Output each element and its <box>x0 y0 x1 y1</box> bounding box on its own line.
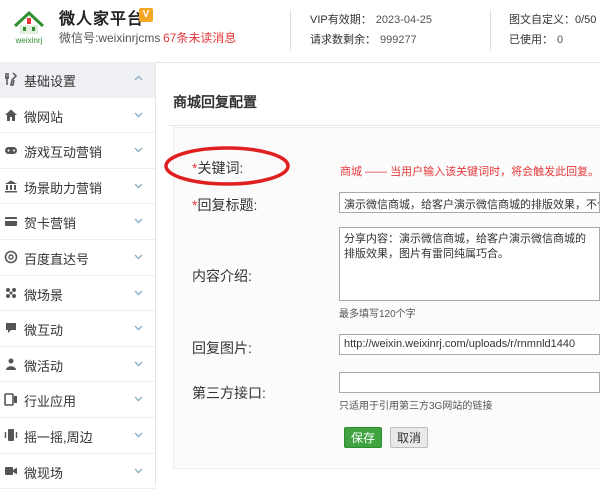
header-divider <box>490 10 491 50</box>
chevron-down-icon <box>134 147 143 153</box>
sidebar-item-greeting-card[interactable]: 贺卡营销 <box>0 204 155 240</box>
requests-remaining: 请求数剩余： 999277 <box>310 31 417 47</box>
used-value: 0 <box>557 34 564 46</box>
reply-title-input[interactable]: 演示微信商城，给客户演示微信商城的排版效果，不合适 <box>339 192 600 213</box>
sidebar-item-micro-interaction[interactable]: 微互动 <box>0 311 155 347</box>
sidebar-item-label: 微网站 <box>24 109 64 125</box>
reply-title-label-text: 回复标题: <box>197 197 258 213</box>
sidebar-item-label: 微现场 <box>24 465 64 481</box>
chevron-down-icon <box>134 468 143 474</box>
home-icon <box>5 109 17 121</box>
video-icon <box>5 466 17 475</box>
chevron-down-icon <box>134 112 143 118</box>
sidebar-item-micro-live[interactable]: 微现场 <box>0 454 155 489</box>
title-divider <box>167 125 600 126</box>
vip-badge-icon: V <box>139 8 153 22</box>
header-divider <box>290 10 291 50</box>
interact-icon <box>6 323 16 334</box>
at-icon <box>4 250 18 264</box>
tools-icon <box>5 72 18 86</box>
used-count: 已使用： 0 <box>509 31 563 47</box>
app-icon <box>4 393 17 407</box>
sidebar-item-game-marketing[interactable]: 游戏互动营销 <box>0 133 155 169</box>
content-textarea[interactable]: 分享内容：演示微信商城，给客户演示微信商城的排版效果，图片有雷同纯属巧合。 <box>339 227 600 301</box>
vip-expiry-label: VIP有效期： <box>310 14 372 26</box>
sidebar-item-shake-nearby[interactable]: 摇一摇,周边 <box>0 418 155 454</box>
wechat-id: 微信号:weixinrjcms <box>59 31 161 45</box>
third-party-input[interactable] <box>339 372 600 393</box>
sidebar-item-label: 场景助力营销 <box>24 180 103 196</box>
sidebar-item-label: 贺卡营销 <box>24 216 77 232</box>
save-button[interactable]: 保存 <box>344 427 382 448</box>
chevron-down-icon <box>134 254 143 260</box>
used-label: 已使用： <box>509 34 553 46</box>
red-circle-annotation <box>164 146 290 186</box>
sidebar-item-label: 微互动 <box>24 323 64 339</box>
sidebar-item-label: 游戏互动营销 <box>24 145 103 161</box>
vip-expiry-value: 2023-04-25 <box>375 14 433 26</box>
card-icon <box>5 217 17 227</box>
sidebar-item-micro-site[interactable]: 微网站 <box>0 98 155 134</box>
sidebar-item-scene-boost[interactable]: 场景助力营销 <box>0 169 155 205</box>
chevron-down-icon <box>134 183 143 189</box>
chevron-down-icon <box>134 325 143 331</box>
sidebar-item-micro-activity[interactable]: 微活动 <box>0 347 155 383</box>
sidebar-item-label: 摇一摇,周边 <box>24 429 93 445</box>
sidebar-item-label: 行业应用 <box>24 394 77 410</box>
reply-image-input[interactable]: http://weixin.weixinrj.com/uploads/r/rnm… <box>339 334 600 355</box>
cancel-button[interactable]: 取消 <box>390 427 428 448</box>
shake-icon <box>4 428 18 441</box>
brand-title: 微人家平台 <box>59 11 145 28</box>
graphic-custom-value: 0/50 <box>575 14 597 26</box>
sidebar-item-basic-settings[interactable]: 基础设置 <box>0 62 155 98</box>
activity-icon <box>6 358 16 370</box>
sidebar: 基础设置 微网站 游戏互动营销 场景助力营销 贺卡营销 百度直达号 微场景 微互… <box>0 62 156 489</box>
reply-title-label: *回复标题: <box>192 195 257 215</box>
sidebar-item-label: 微场景 <box>24 287 64 303</box>
chevron-down-icon <box>134 361 143 367</box>
sidebar-item-industry-apps[interactable]: 行业应用 <box>0 382 155 418</box>
bank-icon <box>5 180 17 193</box>
chevron-down-icon <box>134 218 143 224</box>
requests-label: 请求数剩余： <box>310 34 376 46</box>
sidebar-item-micro-scene[interactable]: 微场景 <box>0 276 155 312</box>
chevron-down-icon <box>134 290 143 296</box>
weixinrj-logo: weixinrj <box>9 6 49 46</box>
keyword-note: 商城 —— 当用户输入该关键词时，将会触发此回复。 <box>340 166 600 178</box>
chevron-down-icon <box>134 432 143 438</box>
content-hint: 最多填写120个字 <box>339 309 416 320</box>
vip-expiry: VIP有效期： 2023-04-25 <box>310 11 432 27</box>
graphic-custom-label: 图文自定义： <box>509 14 575 26</box>
main-content: 商城回复配置 *关键词: 商城 —— 当用户输入该关键词时，将会触发此回复。 *… <box>156 62 600 486</box>
page-title: 商城回复配置 <box>173 94 257 110</box>
sidebar-item-label: 基础设置 <box>24 74 77 89</box>
unread-messages-link[interactable]: 67条未读消息 <box>163 29 236 46</box>
top-header: weixinrj 微人家平台 V 微信号:weixinrjcms 67条未读消息… <box>0 0 600 63</box>
third-party-hint: 只适用于引用第三方3G网站的链接 <box>339 401 493 412</box>
chevron-down-icon <box>134 396 143 402</box>
chevron-up-icon <box>134 75 143 81</box>
content-label: 内容介绍: <box>192 268 252 284</box>
reply-image-label: 回复图片: <box>192 340 252 356</box>
third-party-label: 第三方接口: <box>192 385 266 401</box>
sidebar-item-label: 百度直达号 <box>24 251 90 267</box>
logo-text: weixinrj <box>15 36 43 45</box>
scene-icon <box>6 287 16 298</box>
sidebar-item-label: 微活动 <box>24 358 64 374</box>
gamepad-icon <box>5 147 17 155</box>
sidebar-item-baidu-direct[interactable]: 百度直达号 <box>0 240 155 276</box>
graphic-custom: 图文自定义：0/50 <box>509 11 596 27</box>
requests-value: 999277 <box>380 34 417 46</box>
